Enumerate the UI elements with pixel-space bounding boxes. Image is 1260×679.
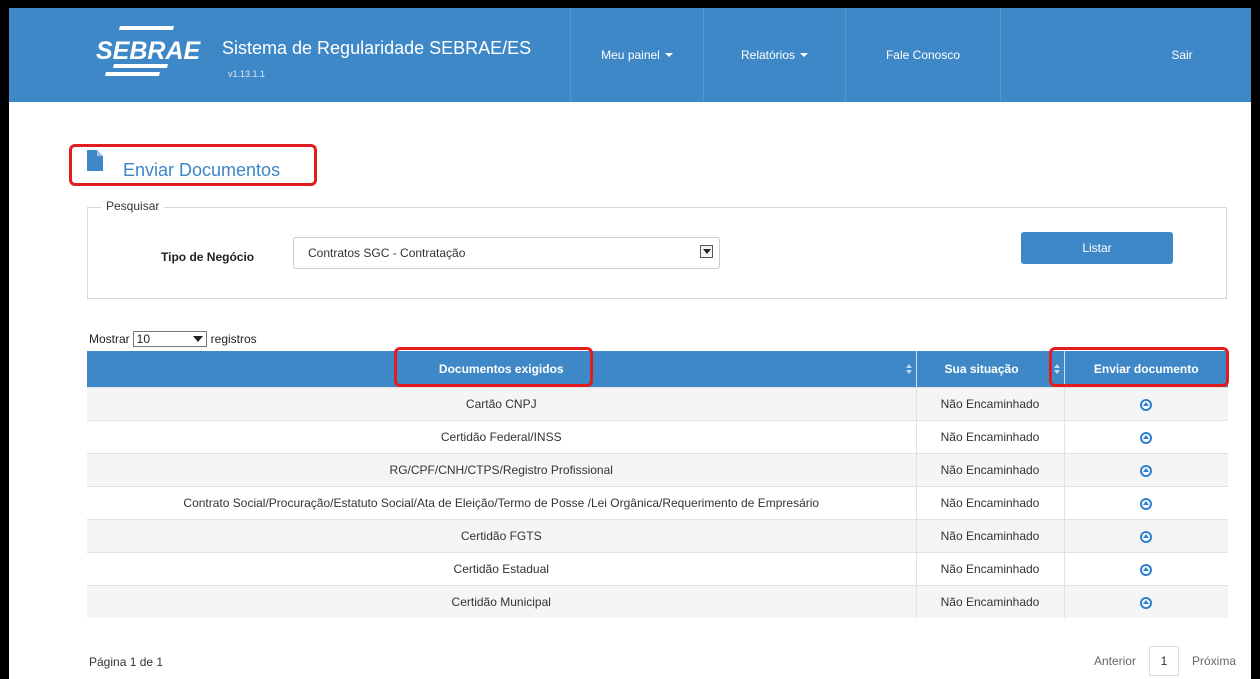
situacao-cell: Não Encaminhado [916,585,1065,618]
app-window: SEBRAE Sistema de Regularidade SEBRAE/ES… [9,8,1251,679]
documento-cell: Certidão FGTS [87,519,917,553]
nav-relatorios[interactable]: Relatórios [704,8,846,102]
header-sua-situacao[interactable]: Sua situação [916,351,1065,388]
svg-text:SEBRAE: SEBRAE [96,37,202,65]
sebrae-logo[interactable]: SEBRAE [94,22,214,82]
tipo-negocio-value: Contratos SGC - Contratação [308,246,466,260]
documento-cell: Certidão Federal/INSS [87,420,917,454]
tipo-negocio-select[interactable]: Contratos SGC - Contratação [293,237,720,269]
prev-page-link[interactable]: Anterior [1094,654,1136,668]
situacao-cell: Não Encaminhado [916,486,1065,520]
pagination: Anterior 1 Próxima [1094,646,1236,676]
length-value: 10 [136,332,151,346]
table-header-row: Documentos exigidos Sua situação Enviar … [87,351,1228,388]
documento-cell: Certidão Municipal [87,585,917,618]
top-navbar: SEBRAE Sistema de Regularidade SEBRAE/ES… [9,8,1251,102]
search-legend: Pesquisar [101,199,165,213]
document-icon [87,150,103,171]
enviar-cell [1064,519,1228,553]
chevron-down-icon [700,245,713,258]
situacao-cell: Não Encaminhado [916,519,1065,553]
header-documentos-label: Documentos exigidos [438,362,564,376]
nav-fale-conosco[interactable]: Fale Conosco [846,8,1001,102]
chevron-down-icon [192,336,203,342]
app-title: Sistema de Regularidade SEBRAE/ES [222,38,532,58]
enviar-cell [1064,453,1228,487]
sort-icon [905,364,912,374]
situacao-cell: Não Encaminhado [916,420,1065,454]
length-prefix: Mostrar [89,332,130,346]
upload-icon[interactable] [1140,563,1153,576]
enviar-cell [1064,387,1228,421]
table-row: Certidão Federal/INSS Não Encaminhado [87,420,1228,454]
documents-table: Documentos exigidos Sua situação Enviar … [87,351,1228,618]
header-enviar-label: Enviar documento [1093,362,1199,376]
caret-down-icon [800,53,809,57]
enviar-cell [1064,585,1228,618]
situacao-cell: Não Encaminhado [916,552,1065,586]
page-number-button[interactable]: 1 [1148,646,1179,676]
table-row: Certidão Municipal Não Encaminhado [87,585,1228,618]
sort-icon [1053,364,1060,374]
table-row: Certidão Estadual Não Encaminhado [87,552,1228,586]
nav-sair[interactable]: Sair [1113,8,1251,102]
situacao-cell: Não Encaminhado [916,387,1065,421]
documento-cell: Certidão Estadual [87,552,917,586]
upload-icon[interactable] [1140,497,1153,510]
next-page-link[interactable]: Próxima [1192,654,1236,668]
nav-fale-conosco-label: Fale Conosco [885,48,961,62]
tipo-negocio-label: Tipo de Negócio [161,250,255,264]
upload-icon[interactable] [1140,398,1153,411]
table-row: RG/CPF/CNH/CTPS/Registro Profissional Nã… [87,453,1228,487]
table-row: Cartão CNPJ Não Encaminhado [87,387,1228,421]
table-row: Contrato Social/Procuração/Estatuto Soci… [87,486,1228,520]
listar-button[interactable]: Listar [1021,232,1173,264]
caret-down-icon [664,53,673,57]
enviar-cell [1064,552,1228,586]
situacao-cell: Não Encaminhado [916,453,1065,487]
length-select[interactable]: 10 [132,331,207,347]
enviar-cell [1064,486,1228,520]
nav-sair-label: Sair [1171,48,1193,62]
length-selector-row: Mostrar 10 registros [89,331,257,347]
header-situacao-label: Sua situação [944,362,1019,376]
upload-icon[interactable] [1140,596,1153,609]
nav-meu-painel[interactable]: Meu painel [570,8,704,102]
app-version: v1.13.1.1 [228,69,266,79]
header-enviar-documento: Enviar documento [1064,351,1228,388]
upload-icon[interactable] [1140,464,1153,477]
page-title-text: Enviar Documentos [123,160,281,180]
nav-meu-painel-label: Meu painel [601,48,660,62]
enviar-cell [1064,420,1228,454]
table-row: Certidão FGTS Não Encaminhado [87,519,1228,553]
page-title: Enviar Documentos [87,150,281,181]
documento-cell: Contrato Social/Procuração/Estatuto Soci… [87,486,917,520]
documento-cell: RG/CPF/CNH/CTPS/Registro Profissional [87,453,917,487]
page-info: Página 1 de 1 [89,655,164,669]
length-suffix: registros [210,332,257,346]
nav-relatorios-label: Relatórios [740,48,796,62]
upload-icon[interactable] [1140,530,1153,543]
upload-icon[interactable] [1140,431,1153,444]
header-documentos-exigidos[interactable]: Documentos exigidos [87,351,917,388]
documento-cell: Cartão CNPJ [87,387,917,421]
